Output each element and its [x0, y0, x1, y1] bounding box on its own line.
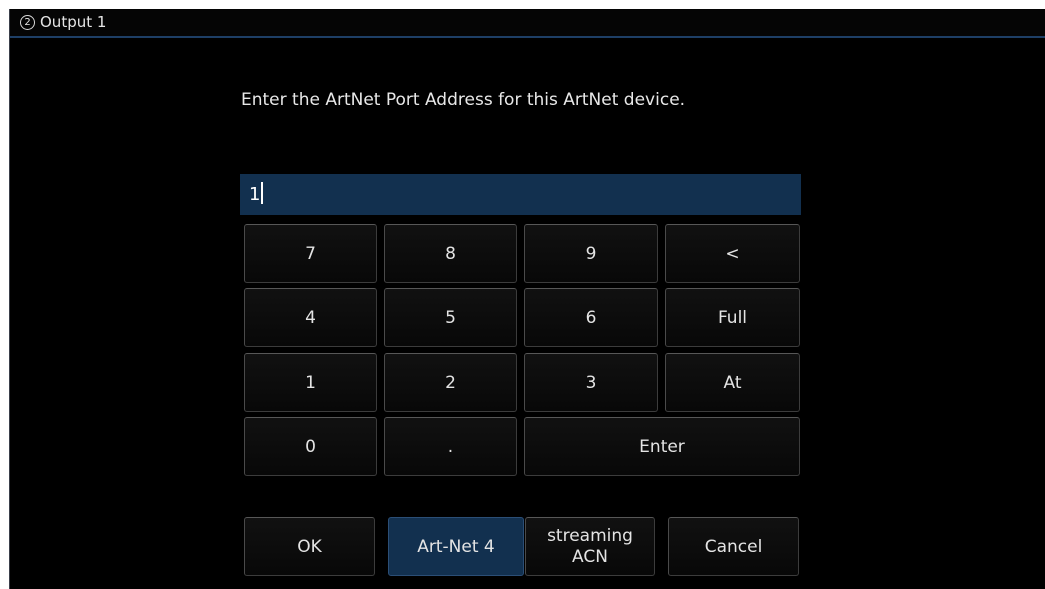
streaming-acn-protocol-button[interactable]: streaming ACN: [525, 517, 655, 576]
key-3[interactable]: 3: [524, 353, 658, 412]
text-cursor: [261, 182, 264, 204]
key-1[interactable]: 1: [244, 353, 377, 412]
key-0[interactable]: 0: [244, 417, 377, 476]
at-key[interactable]: At: [665, 353, 800, 412]
window-title: Output 1: [40, 13, 107, 31]
ok-button[interactable]: OK: [244, 517, 375, 576]
backspace-key[interactable]: <: [665, 224, 800, 283]
title-bar: 2 Output 1: [10, 9, 1045, 38]
port-address-input[interactable]: 1: [240, 174, 801, 215]
key-7[interactable]: 7: [244, 224, 377, 283]
streaming-acn-line2: ACN: [572, 546, 608, 567]
key-9[interactable]: 9: [524, 224, 658, 283]
key-2[interactable]: 2: [384, 353, 517, 412]
key-5[interactable]: 5: [384, 288, 517, 347]
window-number-badge: 2: [20, 15, 35, 30]
cancel-button[interactable]: Cancel: [668, 517, 799, 576]
artnet4-protocol-button[interactable]: Art-Net 4: [388, 517, 524, 576]
enter-key[interactable]: Enter: [524, 417, 800, 476]
decimal-key[interactable]: .: [384, 417, 517, 476]
input-value: 1: [249, 184, 261, 205]
streaming-acn-line1: streaming: [547, 525, 633, 546]
full-key[interactable]: Full: [665, 288, 800, 347]
key-4[interactable]: 4: [244, 288, 377, 347]
key-6[interactable]: 6: [524, 288, 658, 347]
key-8[interactable]: 8: [384, 224, 517, 283]
prompt-text: Enter the ArtNet Port Address for this A…: [241, 90, 686, 110]
